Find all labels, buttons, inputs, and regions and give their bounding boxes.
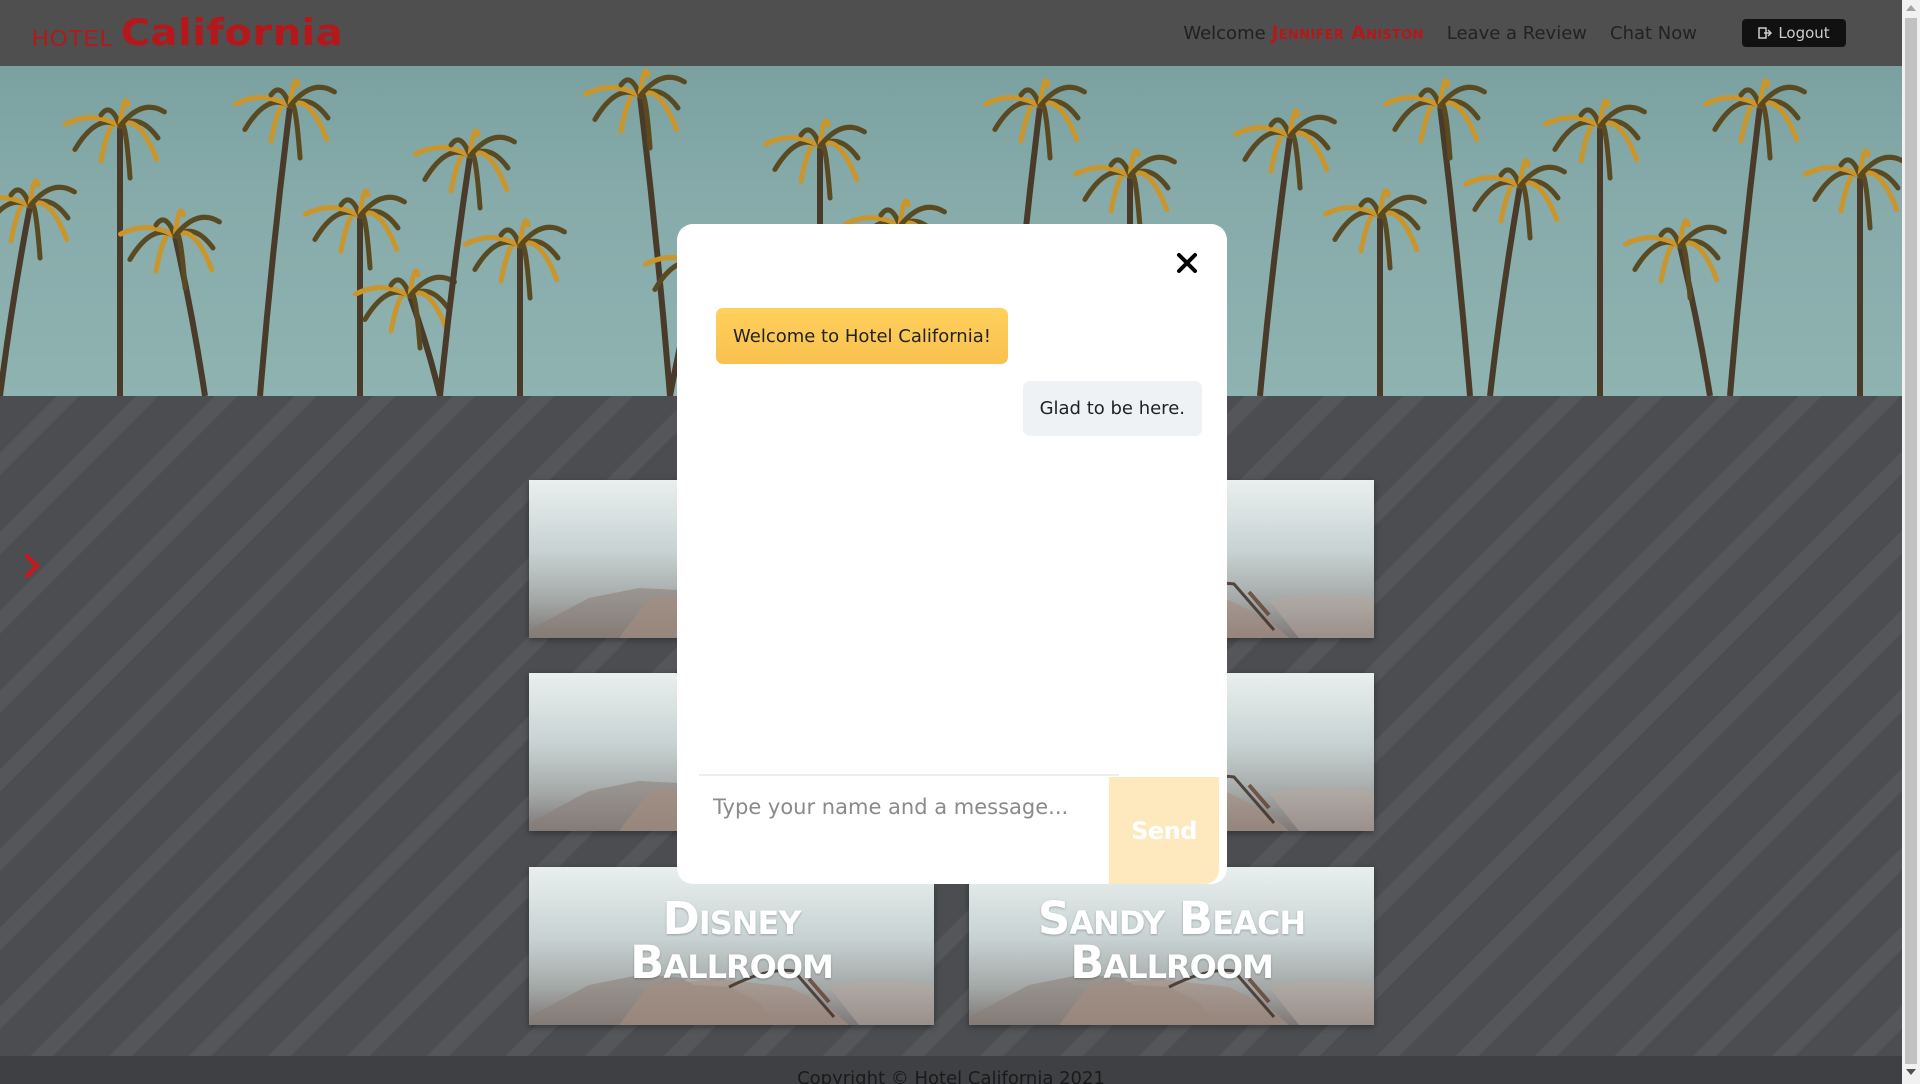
nav-right: Welcome Jennifer Aniston Leave a Review … xyxy=(1183,0,1902,66)
logout-icon xyxy=(1758,27,1773,39)
send-button[interactable]: Send xyxy=(1109,777,1219,884)
chat-divider xyxy=(699,774,1119,776)
ballroom-card-sandy-beach[interactable]: Sandy Beach Ballroom xyxy=(969,867,1374,1025)
leave-review-link[interactable]: Leave a Review xyxy=(1447,23,1587,44)
ballroom-title: Sandy Beach Ballroom xyxy=(1037,892,1306,989)
close-icon[interactable] xyxy=(1173,249,1201,277)
scrollbar-thumb[interactable] xyxy=(1905,18,1917,1064)
top-navbar: HOTEL California Welcome Jennifer Anisto… xyxy=(0,0,1902,66)
chat-modal: Welcome to Hotel California! Glad to be … xyxy=(677,224,1227,884)
chevron-right-icon[interactable] xyxy=(20,551,44,581)
guest-message-bubble: Glad to be here. xyxy=(1022,381,1202,436)
scroll-up-arrow-icon[interactable] xyxy=(1906,5,1916,11)
footer: Copyright © Hotel California 2021 xyxy=(0,1056,1902,1084)
brand-california-text: California xyxy=(120,11,344,55)
welcome-prefix: Welcome xyxy=(1183,23,1266,44)
user-name: Jennifer Aniston xyxy=(1271,22,1424,44)
chat-message-input[interactable] xyxy=(699,777,1099,837)
ballroom-card-disney[interactable]: Disney Ballroom xyxy=(529,867,934,1025)
brand-hotel-text: HOTEL xyxy=(32,25,114,51)
page-scrollbar[interactable] xyxy=(1902,0,1920,1084)
welcome-message: Welcome Jennifer Aniston xyxy=(1183,22,1423,44)
hotel-message-bubble: Welcome to Hotel California! xyxy=(716,308,1008,364)
ballroom-title: Disney Ballroom xyxy=(630,892,834,989)
chat-now-link[interactable]: Chat Now xyxy=(1610,23,1697,44)
logout-label: Logout xyxy=(1778,24,1830,42)
scroll-down-arrow-icon[interactable] xyxy=(1906,1069,1916,1075)
logout-button[interactable]: Logout xyxy=(1742,19,1846,47)
brand-logo[interactable]: HOTEL California xyxy=(32,10,343,56)
copyright-text: Copyright © Hotel California 2021 xyxy=(797,1068,1105,1084)
